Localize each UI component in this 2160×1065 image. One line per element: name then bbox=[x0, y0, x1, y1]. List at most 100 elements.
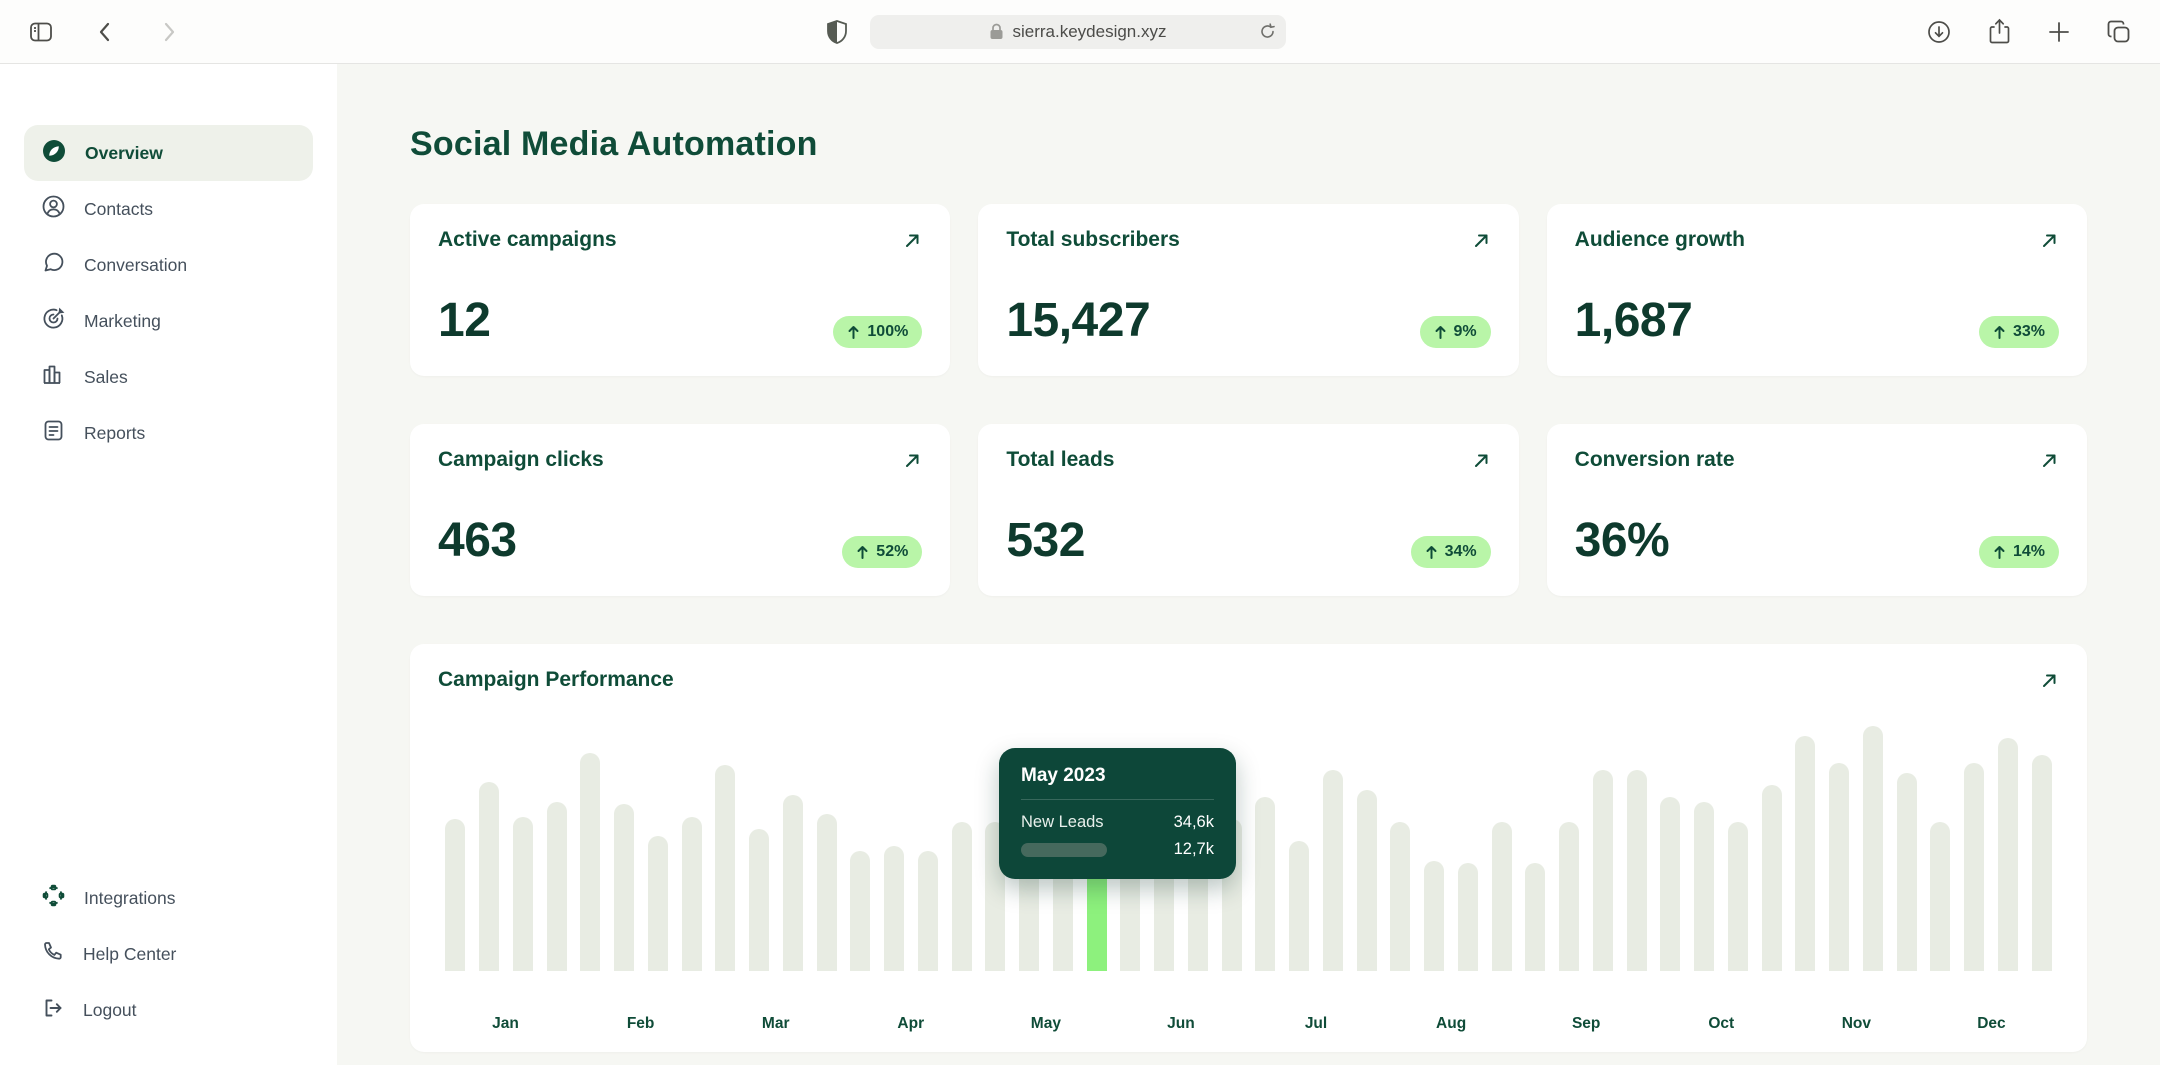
chart-bar[interactable] bbox=[1357, 790, 1377, 971]
chart-bar[interactable] bbox=[1458, 863, 1478, 971]
chart-bar[interactable] bbox=[1795, 736, 1815, 971]
chart-bar[interactable] bbox=[884, 846, 904, 971]
month-group: Oct bbox=[1654, 704, 1789, 1033]
sidebar-item-conversation[interactable]: Conversation bbox=[24, 237, 313, 293]
chart-bar[interactable] bbox=[1627, 770, 1647, 971]
chart-bar[interactable] bbox=[1728, 822, 1748, 971]
month-bars bbox=[573, 726, 708, 971]
chart-bar[interactable] bbox=[1762, 785, 1782, 971]
sidebar-item-label: Contacts bbox=[84, 199, 153, 220]
chart-bar[interactable] bbox=[513, 817, 533, 971]
page-title: Social Media Automation bbox=[410, 125, 2087, 164]
chart-bar[interactable] bbox=[1660, 797, 1680, 971]
compass-icon bbox=[41, 138, 67, 169]
stat-value: 1,687 bbox=[1575, 293, 1693, 348]
new-tab-icon[interactable] bbox=[2044, 17, 2074, 47]
tab-overview-icon[interactable] bbox=[2104, 17, 2134, 47]
sidebar-item-logout[interactable]: Logout bbox=[24, 982, 313, 1038]
chart-bar[interactable] bbox=[1323, 770, 1343, 971]
tooltip-series-label: New Leads bbox=[1021, 813, 1104, 832]
chart-bar[interactable] bbox=[749, 829, 769, 971]
chart-bar[interactable] bbox=[1863, 726, 1883, 971]
sidebar-item-overview[interactable]: Overview bbox=[24, 125, 313, 181]
up-arrow-icon bbox=[847, 325, 860, 340]
month-bars bbox=[1519, 726, 1654, 971]
downloads-icon[interactable] bbox=[1924, 17, 1954, 47]
month-label: Jul bbox=[1248, 1015, 1383, 1033]
chart-bar[interactable] bbox=[547, 802, 567, 971]
month-bars bbox=[1384, 726, 1519, 971]
chart-bar[interactable] bbox=[918, 851, 938, 971]
expand-arrow-icon[interactable] bbox=[2040, 451, 2059, 470]
chart-bar[interactable] bbox=[817, 814, 837, 971]
month-label: Feb bbox=[573, 1015, 708, 1033]
stat-label: Total leads bbox=[1006, 448, 1114, 472]
privacy-shield-icon[interactable] bbox=[822, 17, 852, 47]
bar-chart: JanFebMarAprMayJunJulAugSepOctNovDec May… bbox=[438, 704, 2059, 1033]
sidebar-item-reports[interactable]: Reports bbox=[24, 405, 313, 461]
chart-bar[interactable] bbox=[1964, 763, 1984, 971]
expand-arrow-icon[interactable] bbox=[903, 451, 922, 470]
month-label: Apr bbox=[843, 1015, 978, 1033]
month-group: Nov bbox=[1789, 704, 1924, 1033]
sidebar-item-contacts[interactable]: Contacts bbox=[24, 181, 313, 237]
chart-bar[interactable] bbox=[1424, 861, 1444, 971]
month-label: Nov bbox=[1789, 1015, 1924, 1033]
month-label: Mar bbox=[708, 1015, 843, 1033]
chart-bar[interactable] bbox=[2032, 755, 2052, 971]
chart-bar[interactable] bbox=[850, 851, 870, 971]
expand-arrow-icon[interactable] bbox=[903, 231, 922, 250]
month-group: Sep bbox=[1519, 704, 1654, 1033]
chart-bar[interactable] bbox=[1390, 822, 1410, 971]
stat-delta-badge: 14% bbox=[1979, 536, 2059, 568]
chart-bar[interactable] bbox=[648, 836, 668, 971]
back-icon[interactable] bbox=[90, 17, 120, 47]
chart-bar[interactable] bbox=[952, 822, 972, 971]
chart-bar[interactable] bbox=[682, 817, 702, 971]
chart-bar[interactable] bbox=[1289, 841, 1309, 971]
reload-icon[interactable] bbox=[1259, 23, 1276, 40]
chart-bar[interactable] bbox=[1897, 773, 1917, 971]
stat-value: 36% bbox=[1575, 513, 1670, 568]
sidebar-item-marketing[interactable]: Marketing bbox=[24, 293, 313, 349]
chart-bar[interactable] bbox=[479, 782, 499, 971]
month-group: Apr bbox=[843, 704, 978, 1033]
lock-icon bbox=[989, 23, 1004, 40]
chart-bar[interactable] bbox=[1829, 763, 1849, 971]
expand-arrow-icon[interactable] bbox=[2040, 671, 2059, 690]
up-arrow-icon bbox=[856, 545, 869, 560]
sidebar-item-help-center[interactable]: Help Center bbox=[24, 926, 313, 982]
chart-bar[interactable] bbox=[783, 795, 803, 971]
share-icon[interactable] bbox=[1984, 17, 2014, 47]
chart-bar[interactable] bbox=[1694, 802, 1714, 971]
chart-bar[interactable] bbox=[445, 819, 465, 971]
up-arrow-icon bbox=[1434, 325, 1447, 340]
chart-bar[interactable] bbox=[1930, 822, 1950, 971]
expand-arrow-icon[interactable] bbox=[2040, 231, 2059, 250]
chart-bar[interactable] bbox=[580, 753, 600, 971]
sidebar-item-label: Integrations bbox=[84, 888, 175, 909]
stat-label: Active campaigns bbox=[438, 228, 617, 252]
chart-title: Campaign Performance bbox=[438, 668, 674, 692]
chart-bar[interactable] bbox=[1492, 822, 1512, 971]
chart-bar[interactable] bbox=[1255, 797, 1275, 971]
month-label: May bbox=[978, 1015, 1113, 1033]
chart-bar[interactable] bbox=[1525, 863, 1545, 971]
sidebar-toggle-icon[interactable] bbox=[26, 17, 56, 47]
month-label: Aug bbox=[1384, 1015, 1519, 1033]
forward-icon[interactable] bbox=[154, 17, 184, 47]
chart-bar[interactable] bbox=[614, 804, 634, 971]
main-content: Social Media Automation Active campaigns… bbox=[337, 64, 2160, 1065]
chart-bar[interactable] bbox=[715, 765, 735, 971]
chart-bar[interactable] bbox=[1998, 738, 2018, 971]
sidebar-item-sales[interactable]: Sales bbox=[24, 349, 313, 405]
stat-value: 12 bbox=[438, 293, 490, 348]
sidebar-item-integrations[interactable]: Integrations bbox=[24, 870, 313, 926]
chart-bar[interactable] bbox=[1559, 822, 1579, 971]
expand-arrow-icon[interactable] bbox=[1472, 231, 1491, 250]
sidebar-item-label: Logout bbox=[83, 1000, 137, 1021]
expand-arrow-icon[interactable] bbox=[1472, 451, 1491, 470]
address-bar[interactable]: sierra.keydesign.xyz bbox=[870, 15, 1286, 49]
stat-card-campaign-clicks: Campaign clicks 463 52% bbox=[410, 424, 950, 596]
chart-bar[interactable] bbox=[1593, 770, 1613, 971]
